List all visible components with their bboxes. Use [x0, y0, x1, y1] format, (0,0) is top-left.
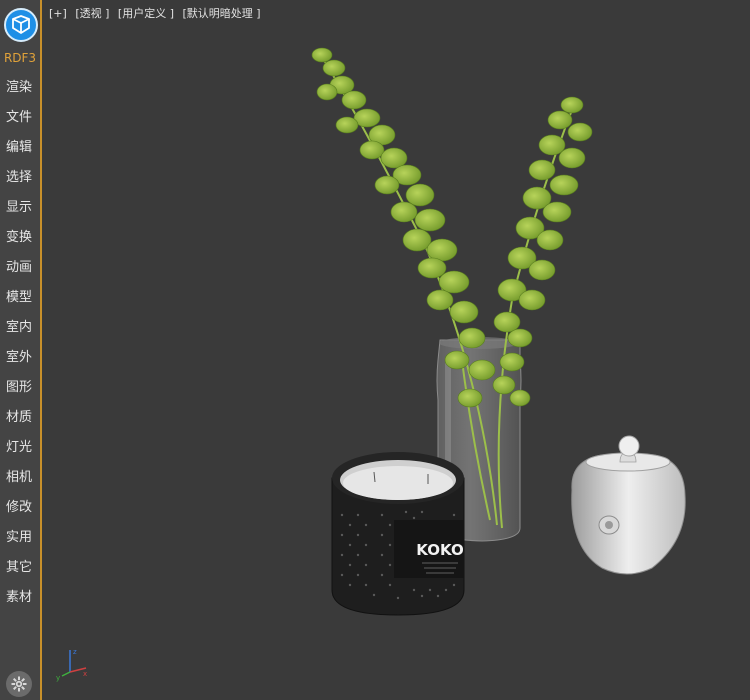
svg-text:x: x [83, 670, 87, 678]
app-logo-icon[interactable] [4, 8, 38, 42]
menu-item-edit[interactable]: 编辑 [0, 138, 40, 168]
menu-item-file[interactable]: 文件 [0, 108, 40, 138]
settings-gear-icon[interactable] [6, 671, 32, 697]
menu-item-modify[interactable]: 修改 [0, 498, 40, 528]
candle-label: KOKO [416, 541, 463, 559]
menu-item-animation[interactable]: 动画 [0, 258, 40, 288]
menu-item-render[interactable]: 渲染 [0, 78, 40, 108]
green-leaves-right [492, 96, 593, 407]
menu-item-exterior[interactable]: 室外 [0, 348, 40, 378]
perspective-viewport[interactable]: [+] [透视 ] [用户定义 ] [默认明暗处理 ] KOKO z x y [42, 0, 750, 700]
menu-item-display[interactable]: 显示 [0, 198, 40, 228]
menu-item-lights[interactable]: 灯光 [0, 438, 40, 468]
menu-item-other[interactable]: 其它 [0, 558, 40, 588]
menu-item-model[interactable]: 模型 [0, 288, 40, 318]
menu-item-material[interactable]: 材质 [0, 408, 40, 438]
axis-gizmo-icon: z x y [56, 648, 87, 682]
menu-item-assets[interactable]: 素材 [0, 588, 40, 618]
menu-item-transform[interactable]: 变换 [0, 228, 40, 258]
sidebar-menu: 渲染 文件 编辑 选择 显示 变换 动画 模型 室内 室外 图形 材质 灯光 相… [0, 78, 40, 618]
sidebar: RDF3 渲染 文件 编辑 选择 显示 变换 动画 模型 室内 室外 图形 材质… [0, 0, 42, 700]
app-window: RDF3 渲染 文件 编辑 选择 显示 变换 动画 模型 室内 室外 图形 材质… [0, 0, 750, 700]
candle-jar: KOKO [331, 452, 465, 616]
menu-item-select[interactable]: 选择 [0, 168, 40, 198]
scene-render: KOKO [311, 47, 686, 616]
menu-item-interior[interactable]: 室内 [0, 318, 40, 348]
brand-label: RDF3 [3, 51, 37, 65]
svg-text:y: y [56, 674, 60, 682]
svg-text:z: z [73, 648, 77, 656]
menu-item-utilities[interactable]: 实用 [0, 528, 40, 558]
menu-item-camera[interactable]: 相机 [0, 468, 40, 498]
white-ceramic-pot [571, 435, 686, 575]
menu-item-shapes[interactable]: 图形 [0, 378, 40, 408]
